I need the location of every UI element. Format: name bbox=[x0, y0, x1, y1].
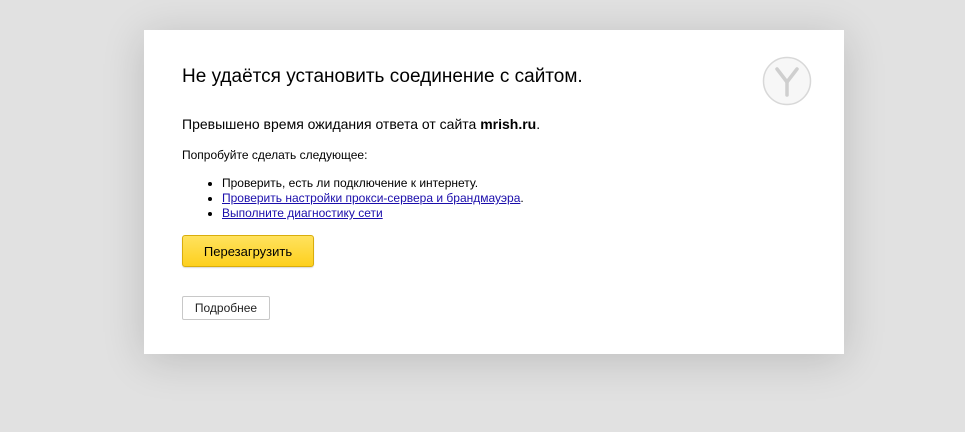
network-diagnostics-link[interactable]: Выполните диагностику сети bbox=[222, 206, 383, 220]
proxy-firewall-settings-link[interactable]: Проверить настройки прокси-сервера и бра… bbox=[222, 191, 520, 205]
suggestion-check-connection: Проверить, есть ли подключение к интерне… bbox=[222, 176, 806, 191]
suggestion-punctuation: . bbox=[520, 191, 524, 205]
error-title: Не удаётся установить соединение с сайто… bbox=[182, 66, 583, 87]
suggestion-network-diagnostics: Выполните диагностику сети bbox=[222, 206, 806, 221]
site-name: mrish.ru bbox=[480, 116, 537, 132]
details-button[interactable]: Подробнее bbox=[182, 296, 270, 320]
suggestion-proxy-firewall: Проверить настройки прокси-сервера и бра… bbox=[222, 191, 806, 206]
error-summary-text: Превышено время ожидания ответа от сайта bbox=[182, 116, 481, 132]
error-card: Не удаётся установить соединение с сайто… bbox=[144, 30, 844, 354]
suggestion-text: Проверить, есть ли подключение к интерне… bbox=[222, 176, 479, 190]
suggestions-list: Проверить, есть ли подключение к интерне… bbox=[182, 176, 806, 221]
error-summary-end: . bbox=[536, 116, 541, 132]
error-summary: Превышено время ожидания ответа от сайта… bbox=[182, 115, 806, 133]
reload-button[interactable]: Перезагрузить bbox=[182, 235, 314, 267]
suggestions-heading: Попробуйте сделать следующее: bbox=[182, 148, 368, 162]
yandex-browser-logo-icon bbox=[762, 56, 812, 106]
